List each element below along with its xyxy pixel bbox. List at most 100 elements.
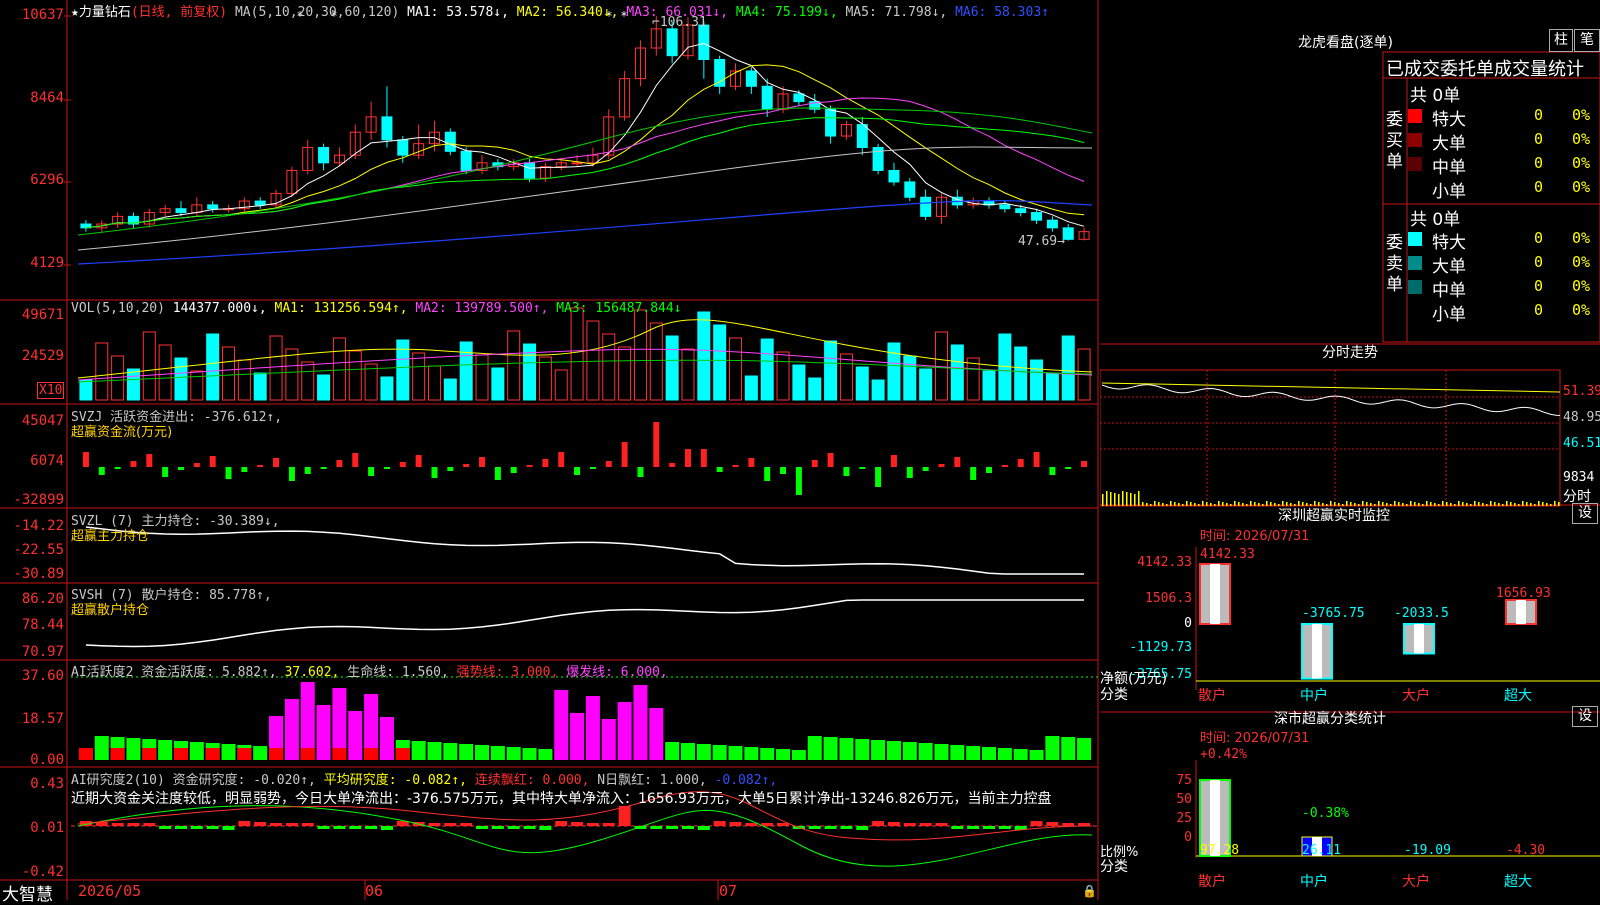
ai-active-bar-28 xyxy=(522,748,537,760)
chart-canvas[interactable]: * * * * xyxy=(0,0,1100,900)
vol-bar-46 xyxy=(808,377,822,401)
fenshi-vol-75 xyxy=(1402,503,1404,506)
candle-body-19 xyxy=(381,116,393,141)
vol-bar-49 xyxy=(855,366,869,401)
ai-research-bar-34 xyxy=(618,806,631,826)
svzj-bar-29 xyxy=(542,459,549,467)
ai-research-bar-2 xyxy=(111,823,124,826)
lock-icon[interactable]: 🔒 xyxy=(1082,884,1097,898)
ma-line-5 xyxy=(85,42,1085,229)
fenshi-vol-2 xyxy=(1110,492,1112,506)
bar-mode-button[interactable]: 柱 xyxy=(1549,29,1573,52)
buy-row-2-name: 中单 xyxy=(1432,158,1466,178)
svzj-bar-45 xyxy=(795,467,802,495)
ai-active-bar-1 xyxy=(94,736,109,760)
svsh-axis-2: 70.97 xyxy=(21,644,64,660)
fenshi-price-line xyxy=(1101,384,1560,416)
ai-active-axis-2: 0.00 xyxy=(30,752,64,768)
vol-bar-38 xyxy=(681,348,695,401)
fenshi-vol-17 xyxy=(1170,501,1172,506)
ai-research-bar-14 xyxy=(301,823,314,826)
fenshi-vol-88 xyxy=(1454,504,1456,506)
vol-bar-39 xyxy=(697,311,711,401)
ai-active-bar-32 xyxy=(585,696,600,760)
svzj-bar-56 xyxy=(970,467,977,480)
svzj-bar-27 xyxy=(510,467,517,473)
brand-logo: 大智慧 xyxy=(2,885,53,905)
ai-active-header: AI活跃度2 资金活跃度: 5.882↑, 37.602, 生命线: 1.560… xyxy=(71,661,668,680)
ai-research-commentary: 近期大资金关注度较低，明显弱势，今日大单净流出：-376.575万元，其中特大单… xyxy=(71,791,1052,807)
svzj-bar-17 xyxy=(352,453,359,467)
svzj-bar-15 xyxy=(320,467,327,469)
ai-research-bar-58 xyxy=(998,826,1011,829)
candle-body-42 xyxy=(745,70,757,87)
svzj-bar-4 xyxy=(146,454,153,467)
tick-mode-button[interactable]: 笔 xyxy=(1574,29,1600,52)
ai-active-bar-47 xyxy=(823,737,838,760)
main-chart-area[interactable]: * * * * ★力量钻石(日线, 前复权) MA(5,10,20,30,60,120… xyxy=(0,0,1100,905)
ai-active-bar-62 xyxy=(1061,737,1076,760)
ai-research-v5: -0.082↑, xyxy=(714,773,778,788)
svzj-bar-49 xyxy=(859,467,866,469)
ai-active-red-16 xyxy=(332,748,347,760)
svzj-bar-19 xyxy=(383,467,390,469)
vol-bar-7 xyxy=(190,370,204,401)
sz-class-settings-button[interactable]: 设 xyxy=(1572,706,1598,727)
date-label-1: 06 xyxy=(365,882,384,900)
ai-active-bar-42 xyxy=(744,747,759,760)
fenshi-vol-10 xyxy=(1142,502,1144,506)
svzj-axis-2: -32899 xyxy=(13,492,64,508)
price-header: ★力量钻石(日线, 前复权) MA(5,10,20,30,60,120) MA1… xyxy=(71,1,1049,20)
svzj-bar-41 xyxy=(732,465,739,467)
ai-research-label: AI研究度2(10) 资金研究度: -0.020↑, xyxy=(71,773,316,788)
ai-research-bar-22 xyxy=(428,823,441,826)
svzj-bar-55 xyxy=(954,457,961,467)
svzj-bar-1 xyxy=(98,467,105,475)
sz-monitor-settings-button[interactable]: 设 xyxy=(1572,503,1598,524)
sz-class-bottom-value-2: -19.09 xyxy=(1404,843,1451,858)
fenshi-vol-90 xyxy=(1462,502,1464,506)
candle-body-28 xyxy=(524,162,536,179)
vol-bar-50 xyxy=(871,379,885,401)
ai-research-bar-26 xyxy=(491,826,504,829)
ai-research-bar-32 xyxy=(586,823,599,826)
ma6-value: MA6: 58.303↑ xyxy=(955,5,1049,20)
sz-monitor-bar-label-2: -2033.5 xyxy=(1394,606,1449,621)
vol-bar-24 xyxy=(459,341,473,401)
ai-active-red-14 xyxy=(300,748,315,760)
ai-active-red-10 xyxy=(237,748,252,760)
fenshi-vol-89 xyxy=(1458,501,1460,506)
svzj-axis-1: 6074 xyxy=(30,453,64,469)
ai-research-bar-16 xyxy=(333,826,346,829)
fenshi-vol-92 xyxy=(1470,504,1472,506)
ai-active-red-12 xyxy=(269,748,284,760)
fenshi-vol-6 xyxy=(1126,492,1128,506)
ai-active-bar-40 xyxy=(712,745,727,760)
svzj-bar-51 xyxy=(890,455,897,467)
svzj-bar-2 xyxy=(114,467,121,469)
ai-active-bar-58 xyxy=(997,748,1012,760)
svzl-sub: 超赢主力持仓 xyxy=(71,529,150,544)
fenshi-vol-18 xyxy=(1174,502,1176,506)
fenshi-vol-103 xyxy=(1514,503,1516,506)
sell-row-2-pct: 0% xyxy=(1572,277,1591,295)
svzj-sub: 超赢资金流(万元) xyxy=(71,425,173,440)
sell-row-0-swatch xyxy=(1408,232,1422,246)
svzj-bar-37 xyxy=(669,463,676,467)
sell-row-0-name: 特大 xyxy=(1432,233,1466,253)
vol-bar-30 xyxy=(554,369,568,401)
ai-active-red-6 xyxy=(173,748,188,760)
ai-active-bar-34 xyxy=(617,702,632,760)
ai-active-bar-63 xyxy=(1077,738,1092,760)
svzj-bar-5 xyxy=(162,467,169,477)
sell-row-1-swatch xyxy=(1408,256,1422,270)
svzj-bar-8 xyxy=(209,456,216,467)
vol-bar-8 xyxy=(206,333,220,401)
buy-row-2-value: 0 xyxy=(1534,154,1544,172)
ai-active-red-20 xyxy=(395,748,410,760)
ai-active-red-4 xyxy=(142,748,157,760)
vol-bar-0 xyxy=(79,379,93,401)
fenshi-vol-28 xyxy=(1214,504,1216,506)
buy-row-1-value: 0 xyxy=(1534,130,1544,148)
buy-row-1-pct: 0% xyxy=(1572,130,1591,148)
